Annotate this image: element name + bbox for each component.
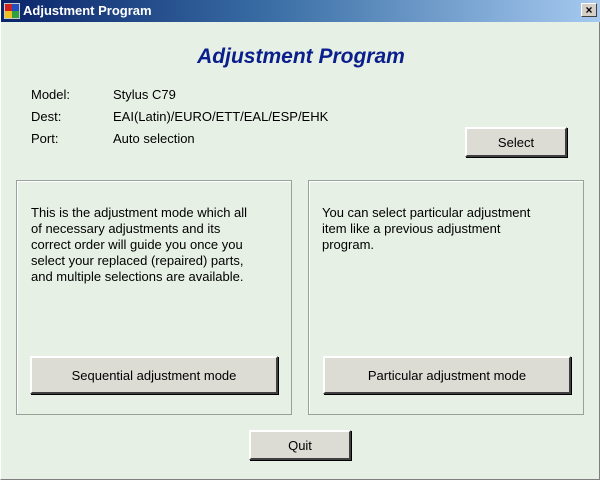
select-button[interactable]: Select <box>465 127 567 157</box>
particular-adjustment-mode-button[interactable]: Particular adjustment mode <box>323 356 571 394</box>
quit-button[interactable]: Quit <box>249 430 351 460</box>
close-button[interactable]: × <box>581 3 597 17</box>
model-label: Model: <box>31 87 71 102</box>
dest-label: Dest: <box>31 109 62 124</box>
title-bar[interactable]: Adjustment Program × <box>1 0 600 22</box>
app-icon <box>4 3 20 19</box>
page-title: Adjustment Program <box>197 45 405 68</box>
port-label: Port: <box>31 131 59 146</box>
model-value: Stylus C79 <box>113 87 176 102</box>
port-value: Auto selection <box>113 131 195 146</box>
particular-mode-panel: You can select particular adjustment ite… <box>308 180 584 415</box>
adjustment-program-window: Adjustment Program × Adjustment Program … <box>0 0 600 480</box>
window-title: Adjustment Program <box>23 3 152 18</box>
dest-value: EAI(Latin)/EURO/ETT/EAL/ESP/EHK <box>113 109 329 124</box>
sequential-mode-panel: This is the adjustment mode which all of… <box>16 180 292 415</box>
sequential-adjustment-mode-button[interactable]: Sequential adjustment mode <box>30 356 278 394</box>
sequential-mode-description: This is the adjustment mode which all of… <box>31 205 248 284</box>
particular-mode-description: You can select particular adjustment ite… <box>322 205 531 252</box>
